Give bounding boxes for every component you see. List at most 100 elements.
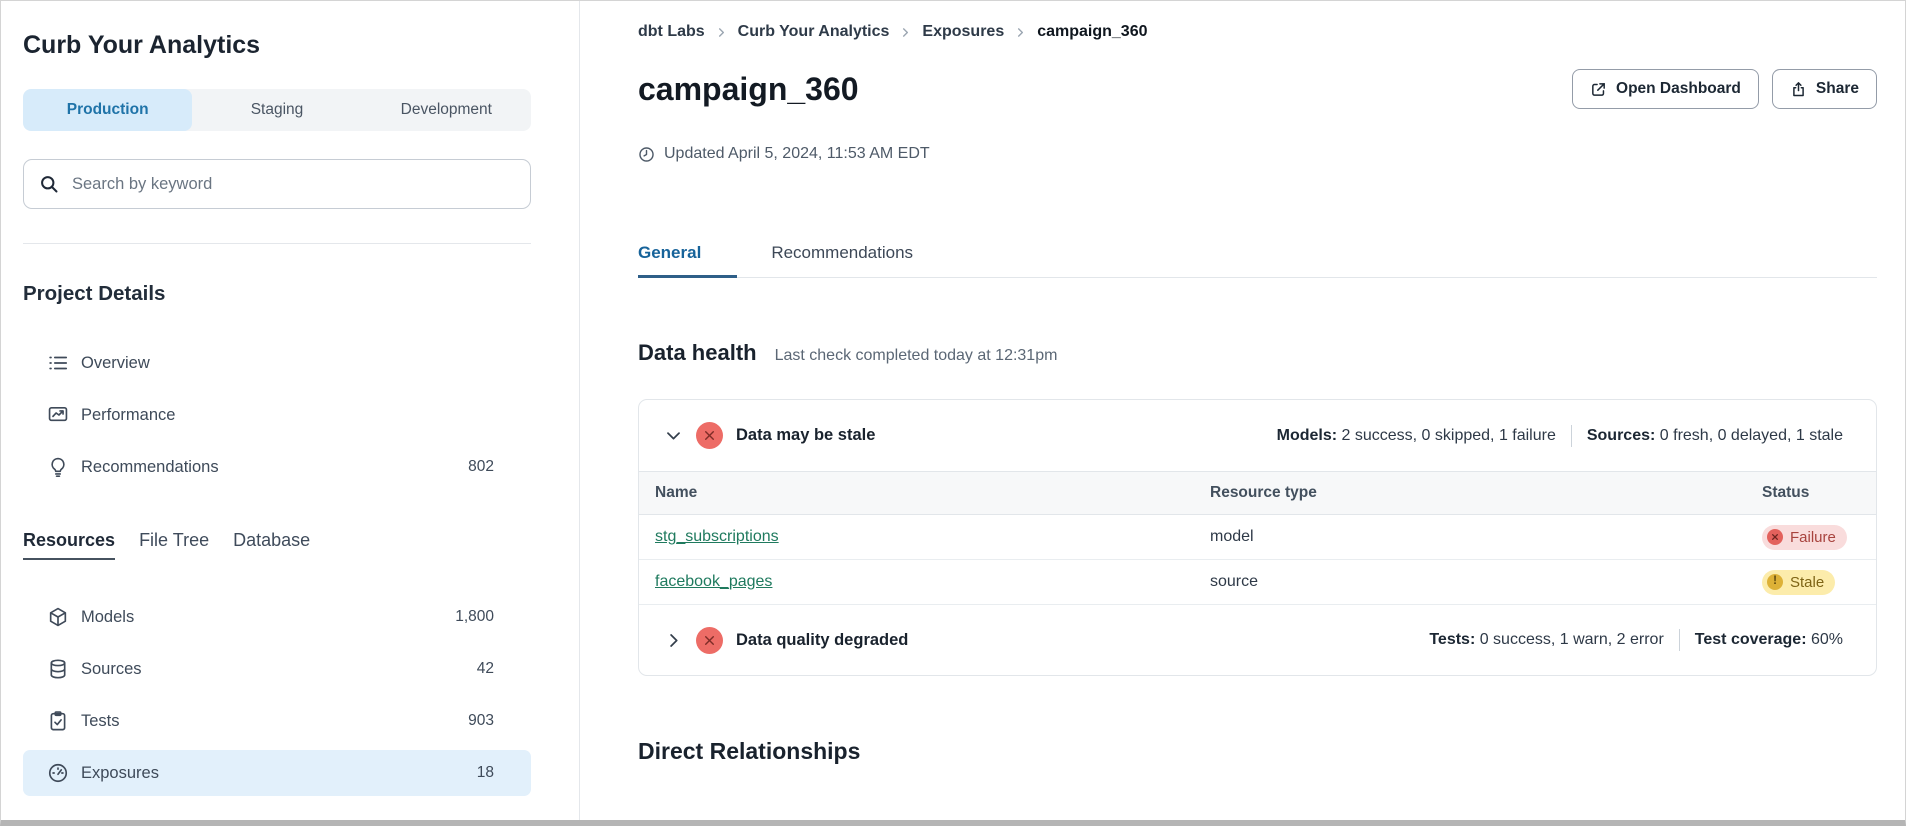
coverage-stats-label: Test coverage: [1695,631,1807,649]
sidebar-item-label: Sources [81,660,142,679]
chevron-right-icon[interactable] [664,631,683,650]
error-x-icon [696,422,723,449]
detail-tabs: General Recommendations [638,243,1877,278]
env-tab-staging[interactable]: Staging [192,89,361,131]
open-dashboard-button[interactable]: Open Dashboard [1572,69,1759,109]
sidebar-item-models[interactable]: Models 1,800 [23,594,531,640]
coverage-stats-value: 60% [1807,631,1843,649]
sources-stats-value: 0 fresh, 0 delayed, 1 stale [1655,427,1843,445]
stale-accordion-row[interactable]: Data may be stale Models: 2 success, 0 s… [639,400,1876,471]
sidebar-item-tests[interactable]: Tests 903 [23,698,531,744]
breadcrumb-dbt-labs[interactable]: dbt Labs [638,23,705,41]
share-button[interactable]: Share [1772,69,1877,109]
main-content: dbt Labs Curb Your Analytics Exposures c… [580,1,1905,820]
recommendations-count: 802 [468,458,494,476]
updated-text: Updated April 5, 2024, 11:53 AM EDT [664,145,930,163]
sidebar-item-overview[interactable]: Overview [23,340,531,386]
env-tab-development[interactable]: Development [362,89,531,131]
direct-relationships-heading: Direct Relationships [638,738,1877,765]
search-box[interactable] [23,159,531,209]
status-badge-label: Stale [1790,574,1824,591]
stale-section-title: Data may be stale [736,426,875,445]
column-header-status: Status [1762,484,1876,502]
sidebar-item-label: Performance [81,406,175,425]
header-actions: Open Dashboard Share [1572,69,1877,109]
app-window: Curb Your Analytics Production Staging D… [0,0,1906,826]
performance-chart-icon [47,404,69,426]
sidebar-item-label: Recommendations [81,458,219,477]
external-link-icon [1590,81,1607,98]
sidebar-item-exposures[interactable]: Exposures 18 [23,750,531,796]
sidebar-item-recommendations[interactable]: Recommendations 802 [23,444,531,490]
stale-section-stats: Models: 2 success, 0 skipped, 1 failure … [1277,425,1843,447]
open-dashboard-label: Open Dashboard [1616,80,1741,98]
error-x-icon [696,627,723,654]
data-health-header: Data health Last check completed today a… [638,340,1877,366]
title-row: campaign_360 Open Dashboard [638,69,1877,109]
clipboard-check-icon [47,710,69,732]
quality-accordion-row[interactable]: Data quality degraded Tests: 0 success, … [639,605,1876,675]
sidebar-item-label: Tests [81,712,120,731]
status-badge-failure: Failure [1762,525,1847,550]
env-tab-production[interactable]: Production [23,89,192,131]
tab-database[interactable]: Database [233,530,310,560]
tab-file-tree[interactable]: File Tree [139,530,209,560]
resource-link-stg-subscriptions[interactable]: stg_subscriptions [655,528,779,546]
tab-resources[interactable]: Resources [23,530,115,560]
models-count: 1,800 [455,608,494,626]
sidebar: Curb Your Analytics Production Staging D… [1,1,580,820]
sources-stats-label: Sources: [1587,427,1655,445]
breadcrumb-exposures[interactable]: Exposures [922,23,1004,41]
sidebar-item-label: Overview [81,354,150,373]
status-badge-stale: ! Stale [1762,570,1835,595]
clock-icon [638,146,655,163]
breadcrumb-project[interactable]: Curb Your Analytics [738,23,890,41]
project-title: Curb Your Analytics [23,31,531,60]
warning-exclamation-icon: ! [1767,574,1783,590]
exposures-count: 18 [477,764,494,782]
data-health-heading: Data health [638,340,757,366]
stats-divider [1571,425,1572,447]
tab-general[interactable]: General [638,243,737,278]
status-badge-label: Failure [1790,529,1836,546]
search-input[interactable] [70,174,515,195]
tests-stats-label: Tests: [1429,631,1475,649]
sidebar-divider [23,243,531,244]
stats-divider [1679,629,1680,651]
resource-link-facebook-pages[interactable]: facebook_pages [655,573,772,591]
resource-type-cell: source [1210,573,1762,591]
gauge-icon [47,762,69,784]
sources-count: 42 [477,660,494,678]
models-stats-label: Models: [1277,427,1337,445]
table-row: facebook_pages source ! Stale [639,560,1876,605]
search-icon [39,174,59,194]
environment-tabs: Production Staging Development [23,89,531,131]
breadcrumb-current: campaign_360 [1037,23,1147,41]
column-header-name: Name [655,484,1210,502]
database-icon [47,658,69,680]
sidebar-item-performance[interactable]: Performance [23,392,531,438]
share-label: Share [1816,80,1859,98]
resource-type-cell: model [1210,528,1762,546]
lightbulb-icon [47,456,69,478]
models-stats-value: 2 success, 0 skipped, 1 failure [1337,427,1556,445]
page-title: campaign_360 [638,71,859,108]
tab-recommendations[interactable]: Recommendations [771,243,949,278]
tests-count: 903 [468,712,494,730]
sidebar-item-sources[interactable]: Sources 42 [23,646,531,692]
quality-section-stats: Tests: 0 success, 1 warn, 2 error Test c… [1429,629,1843,651]
resource-view-tabs: Resources File Tree Database [23,530,531,560]
quality-section-title: Data quality degraded [736,631,908,650]
error-x-icon [1767,529,1783,545]
chevron-right-icon [1015,27,1026,38]
chevron-down-icon[interactable] [664,426,683,445]
breadcrumb: dbt Labs Curb Your Analytics Exposures c… [638,23,1877,41]
updated-row: Updated April 5, 2024, 11:53 AM EDT [638,145,1877,163]
last-check-text: Last check completed today at 12:31pm [775,347,1058,365]
list-icon [47,352,69,374]
project-details-nav: Overview Performance [23,340,531,490]
chevron-right-icon [900,27,911,38]
table-row: stg_subscriptions model Failure [639,515,1876,560]
cube-icon [47,606,69,628]
table-header: Name Resource type Status [639,471,1876,515]
